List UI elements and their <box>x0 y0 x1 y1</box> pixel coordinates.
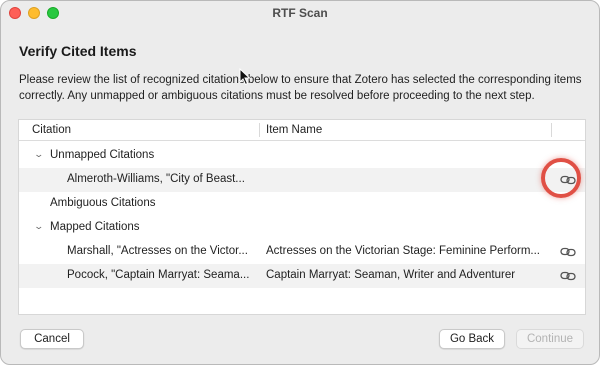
page-heading: Verify Cited Items <box>19 43 137 59</box>
group-row-unmapped[interactable]: ⌄ Unmapped Citations <box>19 144 585 168</box>
window-title: RTF Scan <box>272 6 328 20</box>
group-label-unmapped: Unmapped Citations <box>50 149 155 161</box>
citations-table: Citation Item Name ⌄ Unmapped Citations … <box>18 119 586 315</box>
group-label-ambiguous: Ambiguous Citations <box>50 197 156 209</box>
item-name-cell: Captain Marryat: Seaman, Writer and Adve… <box>266 269 516 281</box>
item-name-cell: Actresses on the Victorian Stage: Femini… <box>266 245 540 257</box>
column-header-citation[interactable]: Citation <box>32 124 71 136</box>
table-row[interactable]: Marshall, "Actresses on the Victor... Ac… <box>19 240 585 264</box>
mouse-pointer-icon <box>239 68 251 86</box>
title-bar: RTF Scan <box>1 1 599 25</box>
close-window-button[interactable] <box>9 7 21 19</box>
group-label-mapped: Mapped Citations <box>50 221 140 233</box>
table-row[interactable]: Almeroth-Williams, "City of Beast... <box>19 168 585 192</box>
column-separator[interactable] <box>259 123 260 137</box>
maximize-window-button[interactable] <box>47 7 59 19</box>
highlight-annotation-circle <box>541 158 581 198</box>
link-icon[interactable] <box>560 245 576 259</box>
group-row-mapped[interactable]: ⌄ Mapped Citations <box>19 216 585 240</box>
go-back-button[interactable]: Go Back <box>439 329 505 349</box>
minimize-window-button[interactable] <box>28 7 40 19</box>
column-header-item-name[interactable]: Item Name <box>266 124 322 136</box>
citation-cell: Almeroth-Williams, "City of Beast... <box>67 173 245 185</box>
page-description: Please review the list of recognized cit… <box>19 74 582 102</box>
citation-cell: Marshall, "Actresses on the Victor... <box>67 245 248 257</box>
rtf-scan-window: RTF Scan Verify Cited Items Please revie… <box>0 0 600 365</box>
table-row[interactable]: Pocock, "Captain Marryat: Seama... Capta… <box>19 264 585 288</box>
link-icon[interactable] <box>560 269 576 283</box>
column-separator[interactable] <box>551 123 552 137</box>
table-header: Citation Item Name <box>19 120 585 141</box>
chevron-down-icon[interactable]: ⌄ <box>33 221 44 232</box>
citation-cell: Pocock, "Captain Marryat: Seama... <box>67 269 250 281</box>
cancel-button[interactable]: Cancel <box>20 329 84 349</box>
continue-button[interactable]: Continue <box>516 329 584 349</box>
chevron-down-icon[interactable]: ⌄ <box>33 149 44 160</box>
group-row-ambiguous[interactable]: Ambiguous Citations <box>19 192 585 216</box>
window-controls <box>9 7 59 19</box>
